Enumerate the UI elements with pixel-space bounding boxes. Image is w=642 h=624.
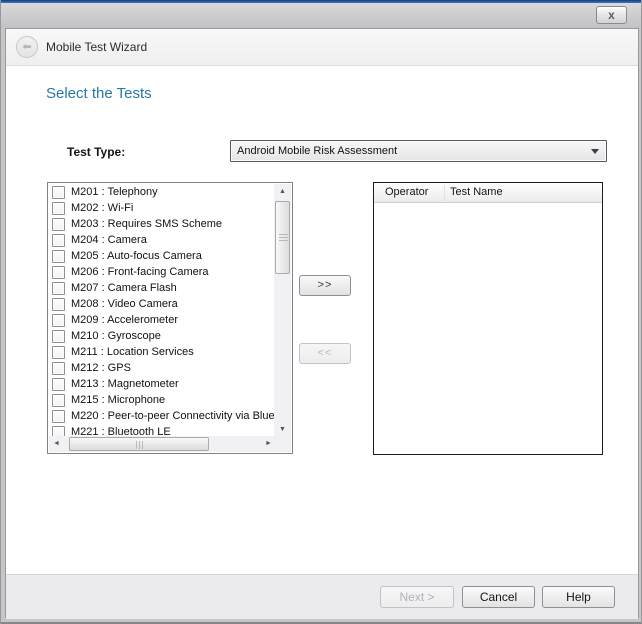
list-item-label: M220 : Peer-to-peer Connectivity via Blu… [71,410,275,422]
checkbox[interactable] [52,202,65,215]
list-item[interactable]: M211 : Location Services [49,344,275,360]
remove-tests-button[interactable]: << [299,343,351,364]
chevron-down-icon [591,149,599,154]
close-icon[interactable]: x [596,6,627,24]
checkbox[interactable] [52,234,65,247]
list-item-label: M210 : Gyroscope [71,330,161,342]
list-item-label: M207 : Camera Flash [71,282,177,294]
vertical-scrollbar-thumb[interactable] [275,201,290,274]
checkbox[interactable] [52,410,65,423]
available-tests-listbox[interactable]: M201 : Telephony M202 : Wi-Fi M203 : Requi… [47,182,293,454]
list-item-label: M212 : GPS [71,362,131,374]
scroll-up-icon[interactable]: ▲ [274,184,291,199]
selected-tests-panel[interactable]: Operator Test Name [373,182,603,455]
selected-tests-header: Operator Test Name [374,183,602,203]
list-item-label: M215 : Microphone [71,394,165,406]
checkbox[interactable] [52,218,65,231]
horizontal-scrollbar[interactable]: ◄ ► [49,436,276,452]
scroll-thumb-grip-icon [136,441,144,449]
checkbox[interactable] [52,250,65,263]
page-title: Select the Tests [46,85,152,102]
footer-bar: Next > Cancel Help [6,574,638,619]
checkbox[interactable] [52,266,65,279]
scroll-thumb-grip-icon [279,234,288,242]
scroll-down-icon[interactable]: ▼ [274,422,291,437]
checkbox[interactable] [52,394,65,407]
scroll-left-icon[interactable]: ◄ [49,436,64,452]
list-item[interactable]: M212 : GPS [49,360,275,376]
list-item[interactable]: M213 : Magnetometer [49,376,275,392]
list-item[interactable]: M210 : Gyroscope [49,328,275,344]
next-button[interactable]: Next > [380,586,454,608]
list-item[interactable]: M220 : Peer-to-peer Connectivity via Blu… [49,408,275,424]
checkbox[interactable] [52,282,65,295]
list-item[interactable]: M207 : Camera Flash [49,280,275,296]
list-item-label: M213 : Magnetometer [71,378,179,390]
test-type-dropdown[interactable]: Android Mobile Risk Assessment [230,140,607,162]
list-item[interactable]: M203 : Requires SMS Scheme [49,216,275,232]
column-header-operator[interactable]: Operator [385,186,428,198]
available-tests-list: M201 : Telephony M202 : Wi-Fi M203 : Requi… [49,184,275,437]
column-header-test-name[interactable]: Test Name [450,186,503,198]
list-item[interactable]: M208 : Video Camera [49,296,275,312]
help-button[interactable]: Help [542,586,615,608]
add-tests-button[interactable]: >> [299,275,351,296]
list-item-label: M208 : Video Camera [71,298,178,310]
list-item[interactable]: M202 : Wi-Fi [49,200,275,216]
list-item[interactable]: M201 : Telephony [49,184,275,200]
back-arrow-icon[interactable]: ⬅ [16,36,38,58]
checkbox[interactable] [52,362,65,375]
list-item-label: M209 : Accelerometer [71,314,178,326]
checkbox[interactable] [52,330,65,343]
list-item-label: M201 : Telephony [71,186,158,198]
column-separator [444,185,445,201]
vertical-scrollbar[interactable]: ▲ ▼ [274,184,291,437]
list-item-label: M202 : Wi-Fi [71,202,133,214]
wizard-title: Mobile Test Wizard [46,40,147,54]
checkbox[interactable] [52,346,65,359]
horizontal-scrollbar-thumb[interactable] [69,437,209,451]
titlebar[interactable]: x [1,3,641,28]
checkbox[interactable] [52,314,65,327]
scrollbar-corner [274,436,291,452]
list-item[interactable]: M206 : Front-facing Camera [49,264,275,280]
list-item-label: M205 : Auto-focus Camera [71,250,202,262]
checkbox[interactable] [52,186,65,199]
checkbox[interactable] [52,298,65,311]
dialog-body: ⬅ Mobile Test Wizard Select the Tests Te… [5,28,639,618]
wizard-header: ⬅ Mobile Test Wizard [6,29,638,66]
cancel-button[interactable]: Cancel [462,586,535,608]
list-item[interactable]: M205 : Auto-focus Camera [49,248,275,264]
list-item-label: M204 : Camera [71,234,147,246]
list-item[interactable]: M204 : Camera [49,232,275,248]
list-item[interactable]: M215 : Microphone [49,392,275,408]
test-type-label: Test Type: [67,145,125,159]
list-item[interactable]: M209 : Accelerometer [49,312,275,328]
list-item-label: M206 : Front-facing Camera [71,266,209,278]
list-item-label: M203 : Requires SMS Scheme [71,218,222,230]
list-item-label: M211 : Location Services [71,346,194,358]
selected-tests-body [374,204,602,454]
checkbox[interactable] [52,378,65,391]
mobile-test-wizard-window: x ⬅ Mobile Test Wizard Select the Tests … [0,0,642,624]
test-type-selected-value: Android Mobile Risk Assessment [237,145,397,157]
